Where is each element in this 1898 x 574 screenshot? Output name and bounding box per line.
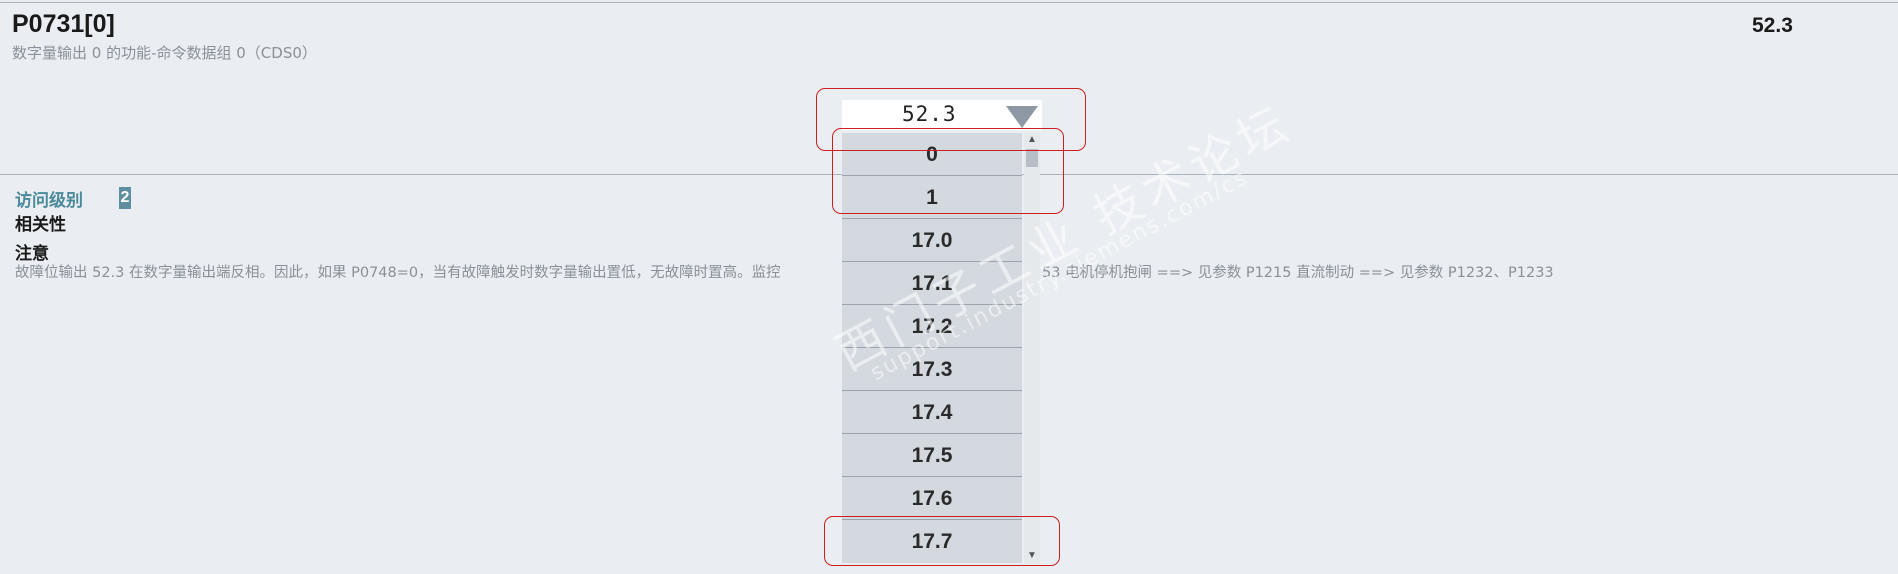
option-item[interactable]: 17.6 [842, 477, 1022, 520]
note-text: 故障位输出 52.3 在数字量输出端反相。因此，如果 P0748=0，当有故障触… [15, 265, 781, 281]
top-divider [0, 2, 1898, 3]
access-level-label: 访问级别 [15, 191, 83, 211]
note-text-continued: 53 电机停机抱闸 ==> 见参数 P1215 直流制动 ==> 见参数 P12… [1042, 265, 1554, 281]
option-item[interactable]: 17.1 [842, 262, 1022, 305]
option-item[interactable]: 17.3 [842, 348, 1022, 391]
dependency-label: 相关性 [15, 215, 66, 235]
highlight-option-17-7 [824, 516, 1060, 566]
parameter-description: 数字量输出 0 的功能-命令数据组 0（CDS0） [12, 44, 317, 62]
access-level-badge: 2 [119, 187, 131, 209]
option-item[interactable]: 17.4 [842, 391, 1022, 434]
parameter-id: P0731[0] [12, 10, 115, 38]
highlight-options-0-1 [832, 128, 1064, 214]
option-item[interactable]: 17.0 [842, 219, 1022, 262]
current-value: 52.3 [1752, 14, 1793, 37]
option-item[interactable]: 17.5 [842, 434, 1022, 477]
option-item[interactable]: 17.2 [842, 305, 1022, 348]
